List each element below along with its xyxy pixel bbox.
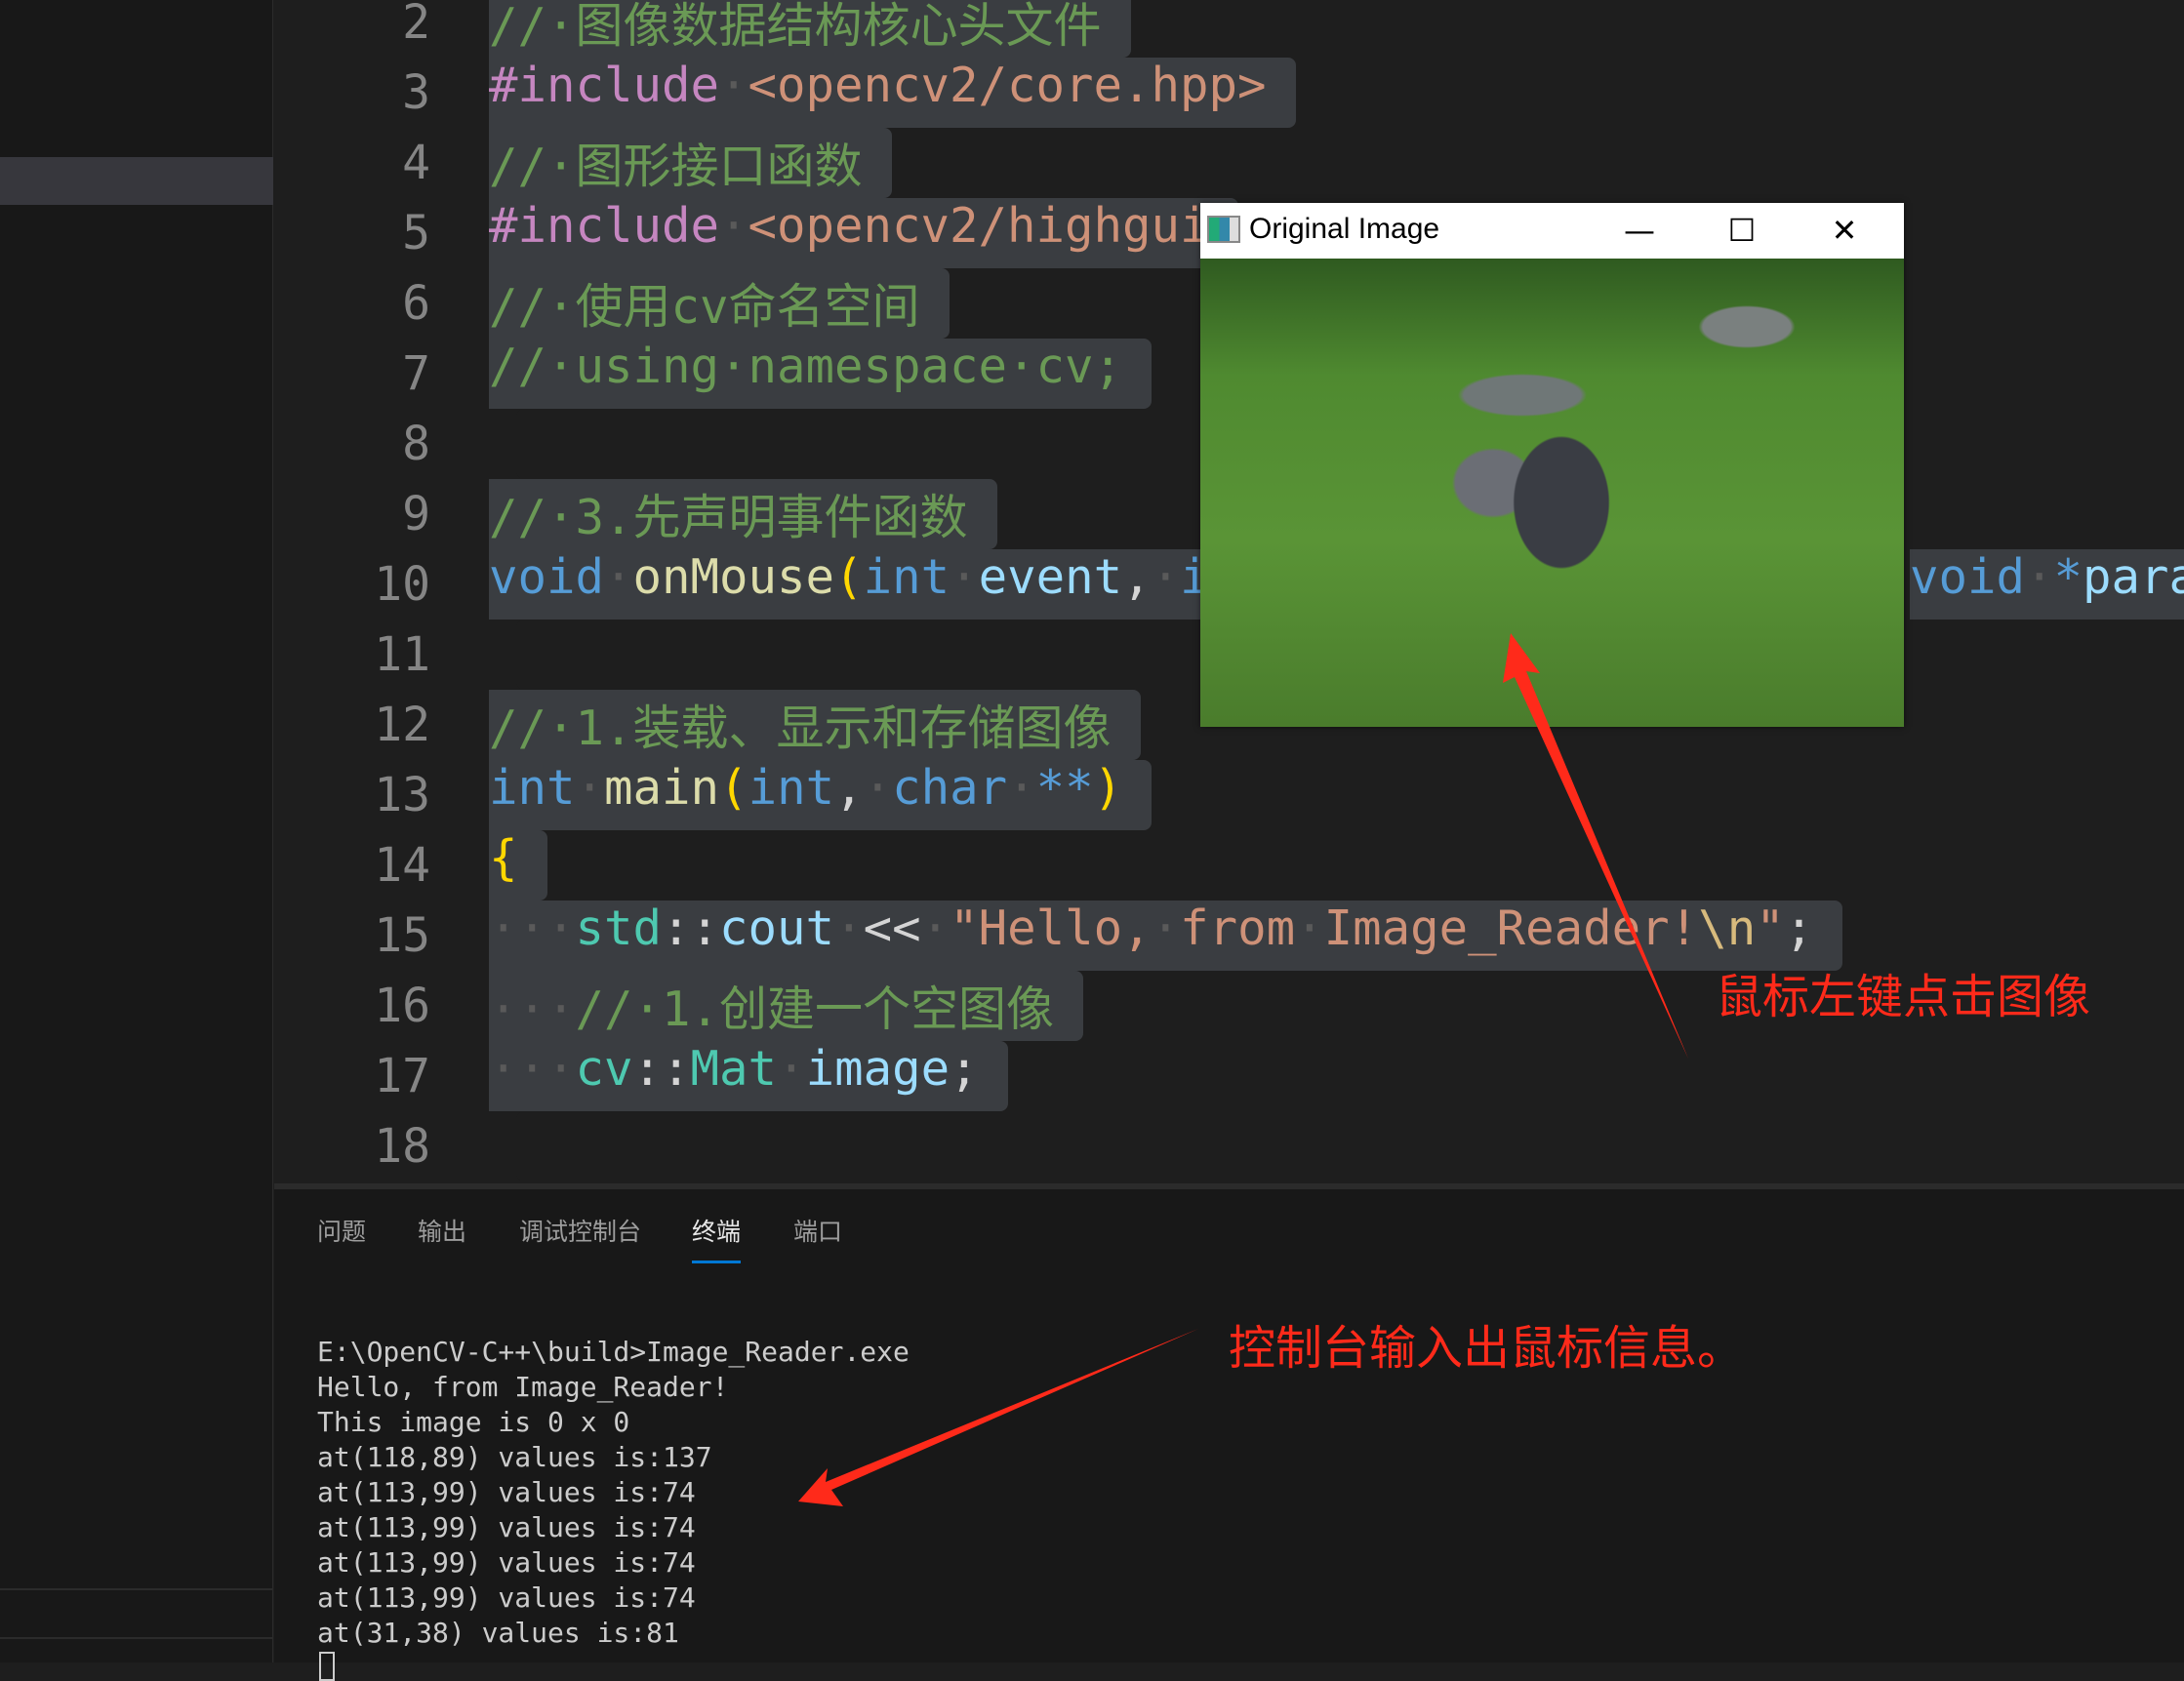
arrow-to-image <box>1503 633 1688 1059</box>
arrow-to-console <box>798 1329 1198 1506</box>
annotation-arrows <box>798 633 1688 1506</box>
console-annotation: 控制台输入出鼠标信息。 <box>1229 1321 1745 1376</box>
click-annotation: 鼠标左键点击图像 <box>1716 970 2091 1024</box>
